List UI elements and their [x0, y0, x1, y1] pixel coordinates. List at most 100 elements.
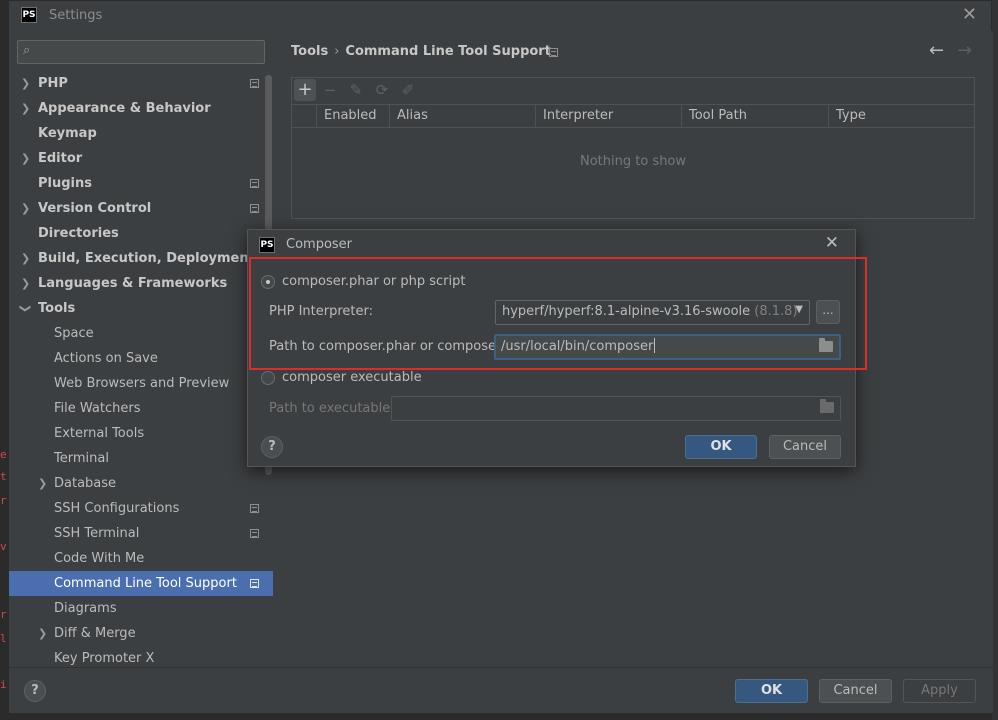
table-toolbar: + − ✎ ⟳ ✐: [292, 78, 974, 104]
background-code-fragment: i: [0, 678, 7, 691]
sidebar-item-label: SSH Configurations: [54, 501, 180, 516]
sidebar-item-label: Build, Execution, Deployment: [38, 251, 255, 266]
column-header[interactable]: Enabled: [316, 105, 389, 127]
chevron-right-icon[interactable]: ❯: [38, 621, 47, 646]
ok-button[interactable]: OK: [685, 435, 757, 459]
sidebar-item-appearance[interactable]: ❯ Appearance & Behavior: [9, 96, 273, 121]
sidebar-item-label: SSH Terminal: [54, 526, 140, 541]
settings-search-input[interactable]: ⌕: [17, 40, 265, 64]
chevron-right-icon[interactable]: ❯: [21, 96, 30, 121]
sidebar-item-ssh-terminal[interactable]: SSH Terminal: [9, 521, 273, 546]
executable-path-input: [391, 396, 841, 421]
remove-icon: −: [323, 81, 337, 99]
sidebar-item-build[interactable]: ❯ Build, Execution, Deployment: [9, 246, 273, 271]
annotation-highlight-box: [249, 257, 867, 370]
cancel-button[interactable]: Cancel: [819, 679, 892, 703]
chevron-right-icon[interactable]: ❯: [21, 271, 30, 296]
sidebar-item-label: Editor: [38, 151, 83, 166]
folder-icon: [820, 399, 834, 413]
sidebar-item-file-watchers[interactable]: File Watchers: [9, 396, 273, 421]
project-settings-icon: [250, 179, 259, 188]
column-header[interactable]: Interpreter: [535, 105, 681, 127]
search-icon: ⌕: [23, 43, 31, 58]
sidebar-item-label: Keymap: [38, 126, 97, 141]
composer-executable-radio[interactable]: [261, 371, 275, 385]
project-settings-icon: [250, 579, 259, 588]
forward-arrow-icon: →: [957, 40, 973, 61]
background-code-fragment: r: [0, 608, 7, 621]
sidebar-item-actions-on-save[interactable]: Actions on Save: [9, 346, 273, 371]
sidebar-item-keymap[interactable]: Keymap: [9, 121, 273, 146]
sidebar-item-database[interactable]: ❯ Database: [9, 471, 273, 496]
tools-table-panel: + − ✎ ⟳ ✐ Enabled Alias Interpreter Tool…: [291, 77, 975, 219]
column-header[interactable]: Alias: [389, 105, 535, 127]
sidebar-item-label: Web Browsers and Preview: [54, 376, 230, 391]
sidebar-item-tools[interactable]: ❯ Tools: [9, 296, 273, 321]
phpstorm-logo-icon: PS: [259, 237, 275, 253]
column-header[interactable]: Tool Path: [681, 105, 828, 127]
window-title: Settings: [49, 8, 103, 23]
sidebar-item-label: Database: [54, 476, 117, 491]
sidebar-item-key-promoter[interactable]: Key Promoter X: [9, 646, 273, 667]
help-button[interactable]: ?: [261, 436, 283, 458]
sidebar-item-editor[interactable]: ❯ Editor: [9, 146, 273, 171]
close-icon[interactable]: ✕: [962, 4, 977, 25]
edit-alias-icon: ✐: [401, 81, 415, 99]
add-icon[interactable]: +: [294, 79, 316, 101]
ok-button[interactable]: OK: [735, 679, 808, 703]
sidebar-item-code-with-me[interactable]: Code With Me: [9, 546, 273, 571]
sidebar-item-directories[interactable]: Directories: [9, 221, 273, 246]
composer-executable-radio-label[interactable]: composer executable: [282, 370, 422, 385]
project-settings-icon: [250, 504, 259, 513]
sidebar-item-version-control[interactable]: ❯ Version Control: [9, 196, 273, 221]
sidebar-item-command-line-tool-support[interactable]: Command Line Tool Support: [9, 571, 273, 596]
background-code-fragment: t: [0, 470, 7, 483]
sidebar-item-external-tools[interactable]: External Tools: [9, 421, 273, 446]
background-code-fragment: e: [0, 448, 7, 461]
chevron-right-icon[interactable]: ❯: [21, 71, 30, 96]
close-icon[interactable]: ✕: [825, 233, 839, 253]
phpstorm-logo-icon: PS: [21, 7, 37, 23]
sidebar-item-label: Actions on Save: [54, 351, 158, 366]
sidebar-item-space[interactable]: Space: [9, 321, 273, 346]
sidebar-item-label: File Watchers: [54, 401, 141, 416]
sidebar-item-label: Plugins: [38, 176, 92, 191]
chevron-right-icon[interactable]: ❯: [21, 246, 30, 271]
sidebar-item-languages[interactable]: ❯ Languages & Frameworks: [9, 271, 273, 296]
sidebar-item-diff-merge[interactable]: ❯ Diff & Merge: [9, 621, 273, 646]
cancel-button[interactable]: Cancel: [769, 435, 841, 459]
sidebar-item-diagrams[interactable]: Diagrams: [9, 596, 273, 621]
refresh-icon: ⟳: [375, 81, 389, 99]
chevron-down-icon[interactable]: ❯: [13, 304, 38, 313]
chevron-right-icon[interactable]: ❯: [38, 471, 47, 496]
settings-sidebar: ❯ PHP ❯ Appearance & Behavior Keymap ❯ E…: [9, 71, 273, 667]
chevron-right-icon[interactable]: ❯: [21, 196, 30, 221]
sidebar-item-ssh-configurations[interactable]: SSH Configurations: [9, 496, 273, 521]
sidebar-item-label: PHP: [38, 76, 68, 91]
background-code-fragment: l: [0, 632, 7, 645]
column-header[interactable]: Type: [828, 105, 974, 127]
sidebar-item-label: Terminal: [54, 451, 109, 466]
help-button[interactable]: ?: [24, 680, 46, 702]
sidebar-item-terminal[interactable]: Terminal: [9, 446, 273, 471]
apply-button: Apply: [903, 679, 976, 703]
sidebar-item-web-browsers[interactable]: Web Browsers and Preview: [9, 371, 273, 396]
sidebar-item-label: Version Control: [38, 201, 152, 216]
back-arrow-icon[interactable]: ←: [929, 40, 944, 61]
project-settings-icon: [549, 48, 558, 57]
sidebar-item-plugins[interactable]: Plugins: [9, 171, 273, 196]
edit-icon: ✎: [349, 81, 363, 99]
settings-footer: ? OK Cancel Apply: [9, 667, 993, 713]
project-settings-icon: [250, 204, 259, 213]
breadcrumb-current: Command Line Tool Support: [345, 44, 551, 59]
sidebar-item-php[interactable]: ❯ PHP: [9, 71, 273, 96]
project-settings-icon: [250, 79, 259, 88]
empty-table-message: Nothing to show: [579, 154, 687, 169]
chevron-right-icon[interactable]: ❯: [21, 146, 30, 171]
sidebar-item-label: Directories: [38, 226, 119, 241]
breadcrumb: Tools › Command Line Tool Support: [291, 44, 551, 59]
sidebar-item-label: Languages & Frameworks: [38, 276, 228, 291]
breadcrumb-parent[interactable]: Tools: [291, 44, 328, 59]
sidebar-item-label: Code With Me: [54, 551, 145, 566]
executable-path-label: Path to executable:: [269, 401, 395, 416]
